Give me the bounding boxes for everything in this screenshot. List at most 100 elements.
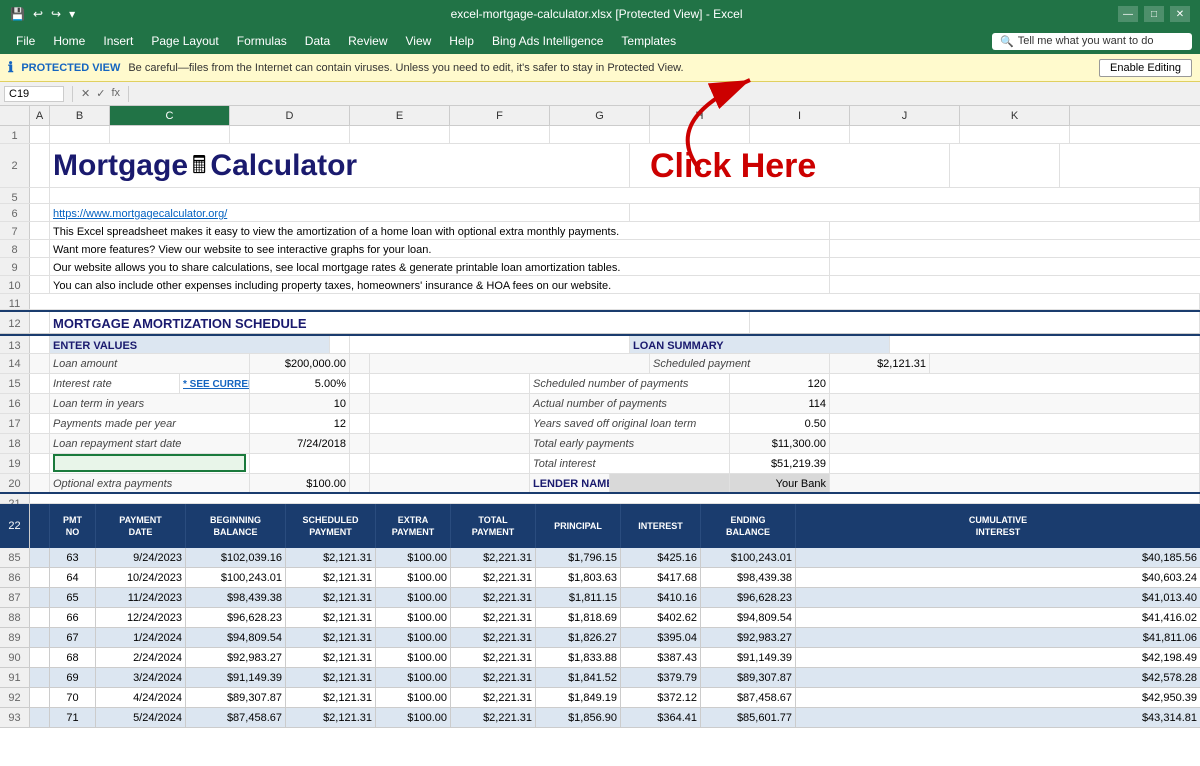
cell-total-6[interactable]: $2,221.31 — [451, 668, 536, 687]
menu-home[interactable]: Home — [45, 32, 93, 50]
cell-e17[interactable] — [370, 414, 530, 433]
cell-extra-0[interactable]: $100.00 — [376, 548, 451, 567]
cell-total-0[interactable]: $2,221.31 — [451, 548, 536, 567]
cell-a-data-2[interactable] — [30, 588, 50, 607]
cell-a12[interactable] — [30, 312, 50, 333]
save-icon[interactable]: 💾 — [10, 7, 25, 21]
cell-total-1[interactable]: $2,221.31 — [451, 568, 536, 587]
col-header-k[interactable]: K — [960, 106, 1070, 125]
cell-a7[interactable] — [30, 222, 50, 239]
col-header-a[interactable]: A — [30, 106, 50, 125]
cell-principal-3[interactable]: $1,818.69 — [536, 608, 621, 627]
cell-pmt-0[interactable]: 63 — [50, 548, 96, 567]
col-header-e[interactable]: E — [350, 106, 450, 125]
cell-sched-2[interactable]: $2,121.31 — [286, 588, 376, 607]
cell-date-3[interactable]: 12/24/2023 — [96, 608, 186, 627]
cell-total-7[interactable]: $2,221.31 — [451, 688, 536, 707]
cell-d19[interactable] — [250, 454, 350, 473]
cell-e16[interactable] — [370, 394, 530, 413]
insert-function-icon[interactable]: fx — [111, 87, 120, 100]
cell-a18[interactable] — [30, 434, 50, 453]
cell-interest-5[interactable]: $387.43 — [621, 648, 701, 667]
cell-date-0[interactable]: 9/24/2023 — [96, 548, 186, 567]
col-header-c[interactable]: C — [110, 106, 230, 125]
cell-f1[interactable] — [450, 126, 550, 143]
cell-a5[interactable] — [30, 188, 50, 203]
loan-term-value[interactable]: 10 — [250, 394, 350, 413]
cancel-formula-icon[interactable]: ✕ — [81, 87, 90, 100]
col-header-i[interactable]: I — [750, 106, 850, 125]
cell-begbal-0[interactable]: $102,039.16 — [186, 548, 286, 567]
cell-begbal-5[interactable]: $92,983.27 — [186, 648, 286, 667]
cell-pmt-5[interactable]: 68 — [50, 648, 96, 667]
cell-total-4[interactable]: $2,221.31 — [451, 628, 536, 647]
cell-endbal-5[interactable]: $91,149.39 — [701, 648, 796, 667]
cell-c19[interactable] — [50, 454, 250, 473]
cell-cumint-5[interactable]: $42,198.49 — [796, 648, 1200, 667]
cell-j1[interactable] — [850, 126, 960, 143]
menu-formulas[interactable]: Formulas — [229, 32, 295, 50]
cell-interest-0[interactable]: $425.16 — [621, 548, 701, 567]
cell-cumint-3[interactable]: $41,416.02 — [796, 608, 1200, 627]
menu-help[interactable]: Help — [441, 32, 482, 50]
cell-a-data-0[interactable] — [30, 548, 50, 567]
cell-sched-5[interactable]: $2,121.31 — [286, 648, 376, 667]
cell-principal-2[interactable]: $1,811.15 — [536, 588, 621, 607]
maximize-button[interactable]: □ — [1144, 6, 1164, 22]
cell-a-data-6[interactable] — [30, 668, 50, 687]
cell-a17[interactable] — [30, 414, 50, 433]
enable-editing-button[interactable]: Enable Editing — [1099, 59, 1192, 77]
cell-a6[interactable] — [30, 204, 50, 221]
cell-endbal-0[interactable]: $100,243.01 — [701, 548, 796, 567]
cell-a19[interactable] — [30, 454, 50, 473]
cell-date-1[interactable]: 10/24/2023 — [96, 568, 186, 587]
cell-date-2[interactable]: 11/24/2023 — [96, 588, 186, 607]
cell-e19[interactable] — [350, 454, 370, 473]
cell-b21[interactable] — [30, 494, 1200, 503]
cell-a9[interactable] — [30, 258, 50, 275]
cell-principal-7[interactable]: $1,849.19 — [536, 688, 621, 707]
cell-interest-1[interactable]: $417.68 — [621, 568, 701, 587]
search-bar[interactable]: 🔍 Tell me what you want to do — [992, 33, 1192, 50]
cell-f19[interactable] — [370, 454, 530, 473]
close-button[interactable]: ✕ — [1170, 6, 1190, 22]
cell-a2[interactable] — [30, 144, 50, 187]
cell-cumint-4[interactable]: $41,811.06 — [796, 628, 1200, 647]
website-link[interactable]: https://www.mortgagecalculator.org/ — [53, 208, 227, 220]
cell-d17[interactable] — [350, 414, 370, 433]
selected-cell-c19[interactable] — [53, 454, 246, 472]
cell-cumint-1[interactable]: $40,603.24 — [796, 568, 1200, 587]
col-header-f[interactable]: F — [450, 106, 550, 125]
cell-a1[interactable] — [30, 126, 50, 143]
cell-g1[interactable] — [550, 126, 650, 143]
cell-rest12[interactable] — [750, 312, 1200, 333]
loan-amount-value[interactable]: $200,000.00 — [250, 354, 350, 373]
cell-b5[interactable] — [50, 188, 1200, 203]
cell-begbal-4[interactable]: $94,809.54 — [186, 628, 286, 647]
formula-input[interactable] — [137, 87, 1196, 101]
cell-total-2[interactable]: $2,221.31 — [451, 588, 536, 607]
cell-begbal-6[interactable]: $91,149.39 — [186, 668, 286, 687]
cell-date-5[interactable]: 2/24/2024 — [96, 648, 186, 667]
cell-extra-6[interactable]: $100.00 — [376, 668, 451, 687]
cell-pmt-8[interactable]: 71 — [50, 708, 96, 727]
minimize-button[interactable]: — — [1118, 6, 1138, 22]
cell-pmt-3[interactable]: 66 — [50, 608, 96, 627]
cell-date-4[interactable]: 1/24/2024 — [96, 628, 186, 647]
menu-review[interactable]: Review — [340, 32, 395, 50]
cell-e1[interactable] — [350, 126, 450, 143]
cell-rest14[interactable] — [930, 354, 1200, 373]
cell-sched-8[interactable]: $2,121.31 — [286, 708, 376, 727]
cell-principal-4[interactable]: $1,826.27 — [536, 628, 621, 647]
cell-extra-2[interactable]: $100.00 — [376, 588, 451, 607]
cell-e13[interactable] — [350, 336, 630, 353]
cell-principal-0[interactable]: $1,796.15 — [536, 548, 621, 567]
menu-page-layout[interactable]: Page Layout — [143, 32, 226, 50]
see-current-link[interactable]: * SEE CURRENT * — [183, 379, 250, 390]
cell-a8[interactable] — [30, 240, 50, 257]
cell-rest6[interactable] — [630, 204, 1200, 221]
cell-begbal-7[interactable]: $89,307.87 — [186, 688, 286, 707]
cell-a10[interactable] — [30, 276, 50, 293]
cell-d1[interactable] — [230, 126, 350, 143]
cell-d14[interactable] — [350, 354, 370, 373]
